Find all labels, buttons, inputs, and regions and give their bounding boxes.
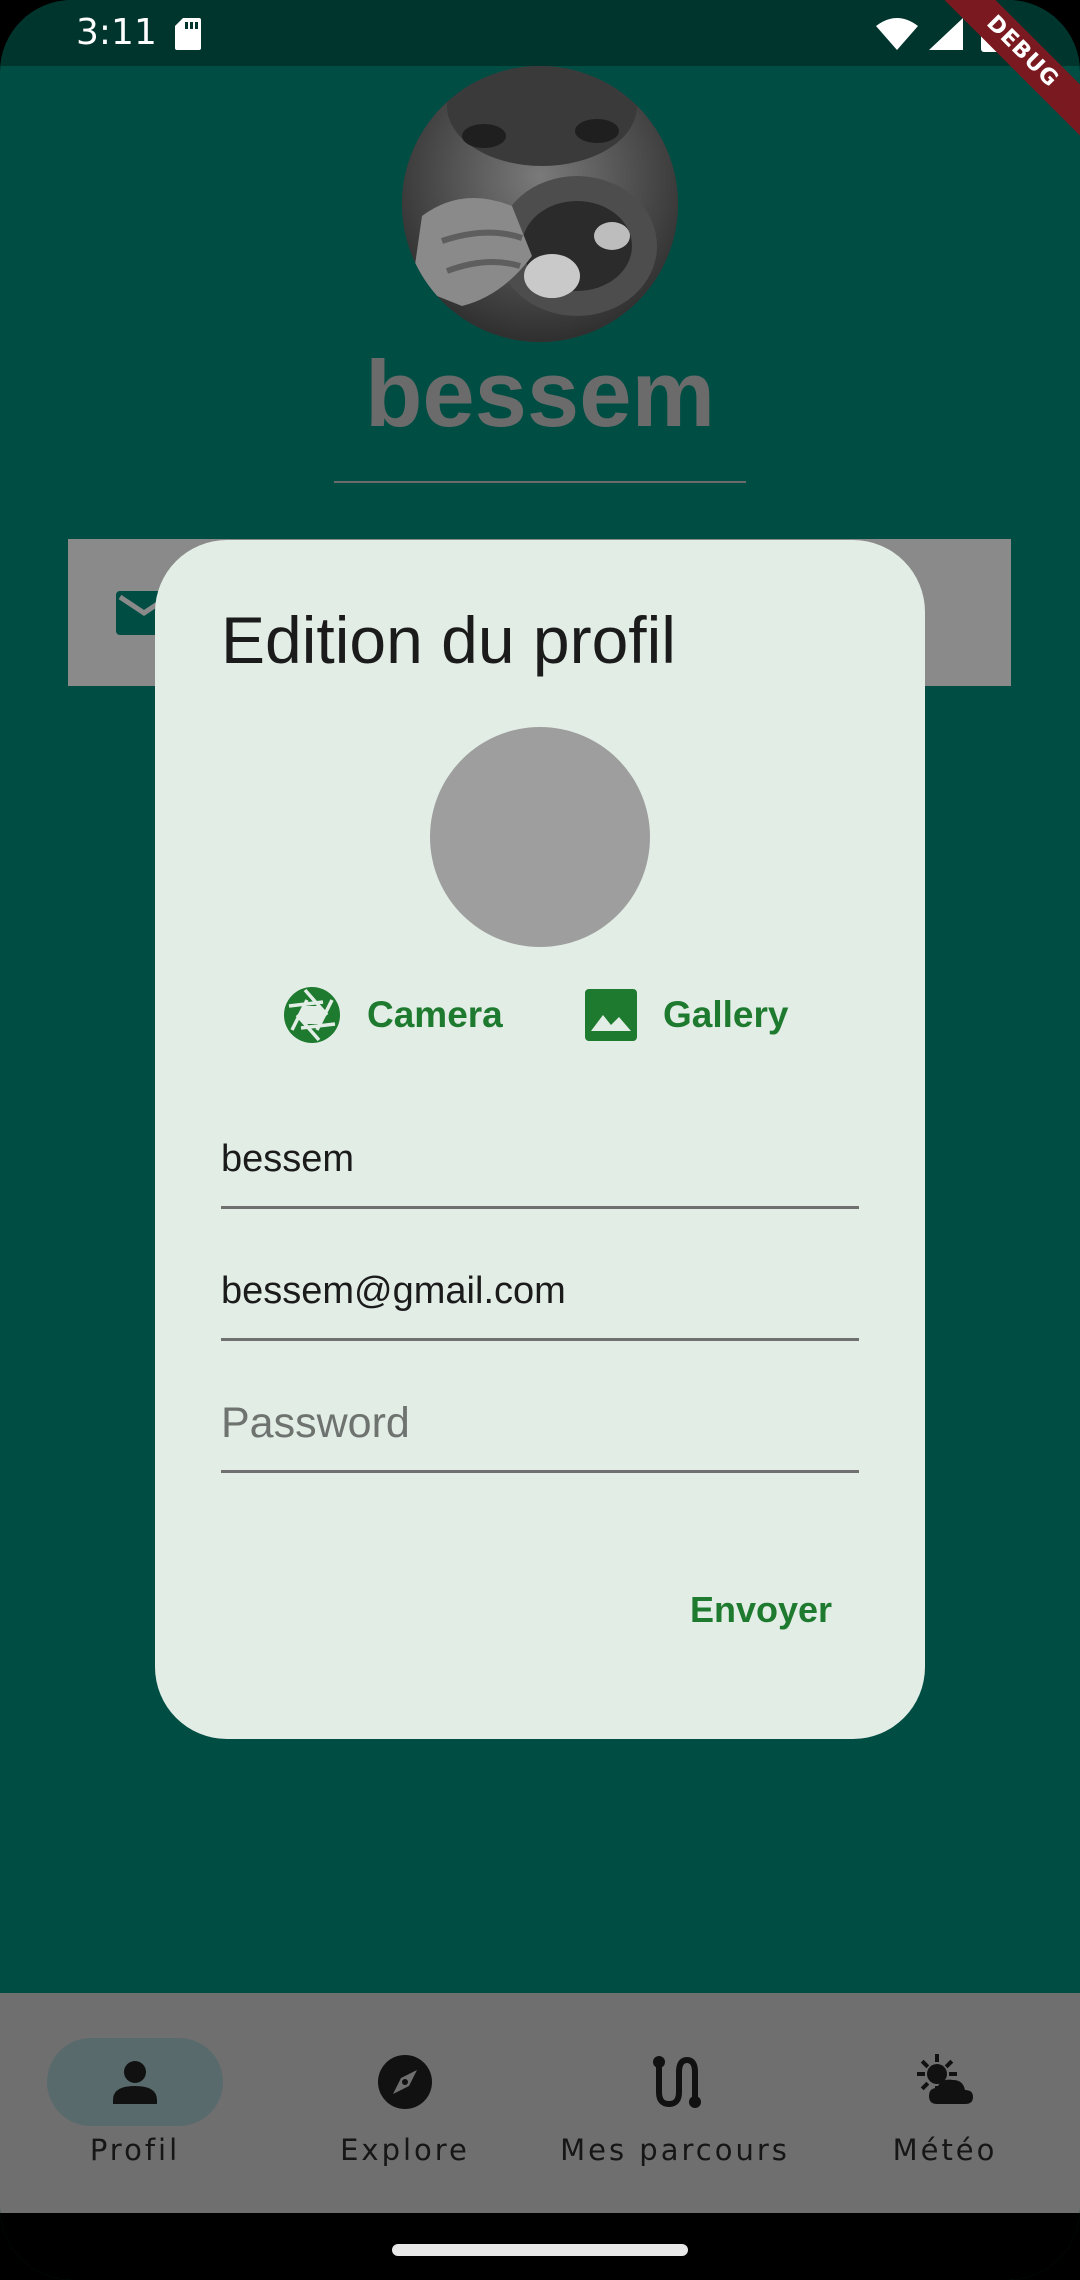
gallery-button[interactable]: Gallery (585, 980, 788, 1050)
route-icon (653, 2056, 701, 2108)
nav-item-profil[interactable]: Profil (0, 1993, 270, 2213)
image-icon (585, 989, 637, 1041)
nav-item-meteo[interactable]: Météo (810, 1993, 1080, 2213)
compass-icon (378, 2055, 432, 2109)
dialog-title: Edition du profil (221, 603, 676, 677)
nav-item-mes-parcours[interactable]: Mes parcours (540, 1993, 810, 2213)
person-icon (113, 2061, 157, 2104)
email-field (221, 1242, 859, 1341)
status-bar: 3:11 (0, 0, 1080, 66)
home-indicator[interactable] (392, 2244, 688, 2256)
status-time: 3:11 (76, 12, 157, 53)
gesture-navigation-area (0, 2213, 1080, 2280)
nav-label-mes-parcours: Mes parcours (560, 2133, 790, 2167)
camera-button[interactable]: Camera (283, 980, 503, 1050)
nav-label-explore: Explore (340, 2133, 470, 2167)
wifi-icon (876, 18, 918, 50)
camera-shutter-icon (284, 987, 340, 1043)
app-screen: 3:11 DEBUG bessem Edition du profil Came… (0, 0, 1080, 2280)
nav-label-meteo: Météo (892, 2133, 998, 2167)
password-input[interactable] (221, 1398, 859, 1448)
cellular-signal-icon (929, 18, 963, 50)
name-input[interactable] (221, 1134, 859, 1184)
email-input[interactable] (221, 1266, 859, 1316)
gallery-label: Gallery (663, 994, 789, 1035)
send-button[interactable]: Envoyer (665, 1580, 845, 1640)
camera-label: Camera (367, 994, 503, 1035)
name-field (221, 1110, 859, 1209)
nav-item-explore[interactable]: Explore (270, 1993, 540, 2213)
weather-icon (917, 2054, 973, 2104)
dialog-avatar-placeholder (430, 727, 650, 947)
bottom-navigation: Profil Explore Mes parcours Météo (0, 1993, 1080, 2213)
sd-card-icon (175, 18, 201, 50)
nav-label-profil: Profil (89, 2133, 181, 2167)
password-field (221, 1374, 859, 1473)
edit-profile-dialog: Edition du profil Camera Gallery bessem … (155, 540, 925, 1739)
